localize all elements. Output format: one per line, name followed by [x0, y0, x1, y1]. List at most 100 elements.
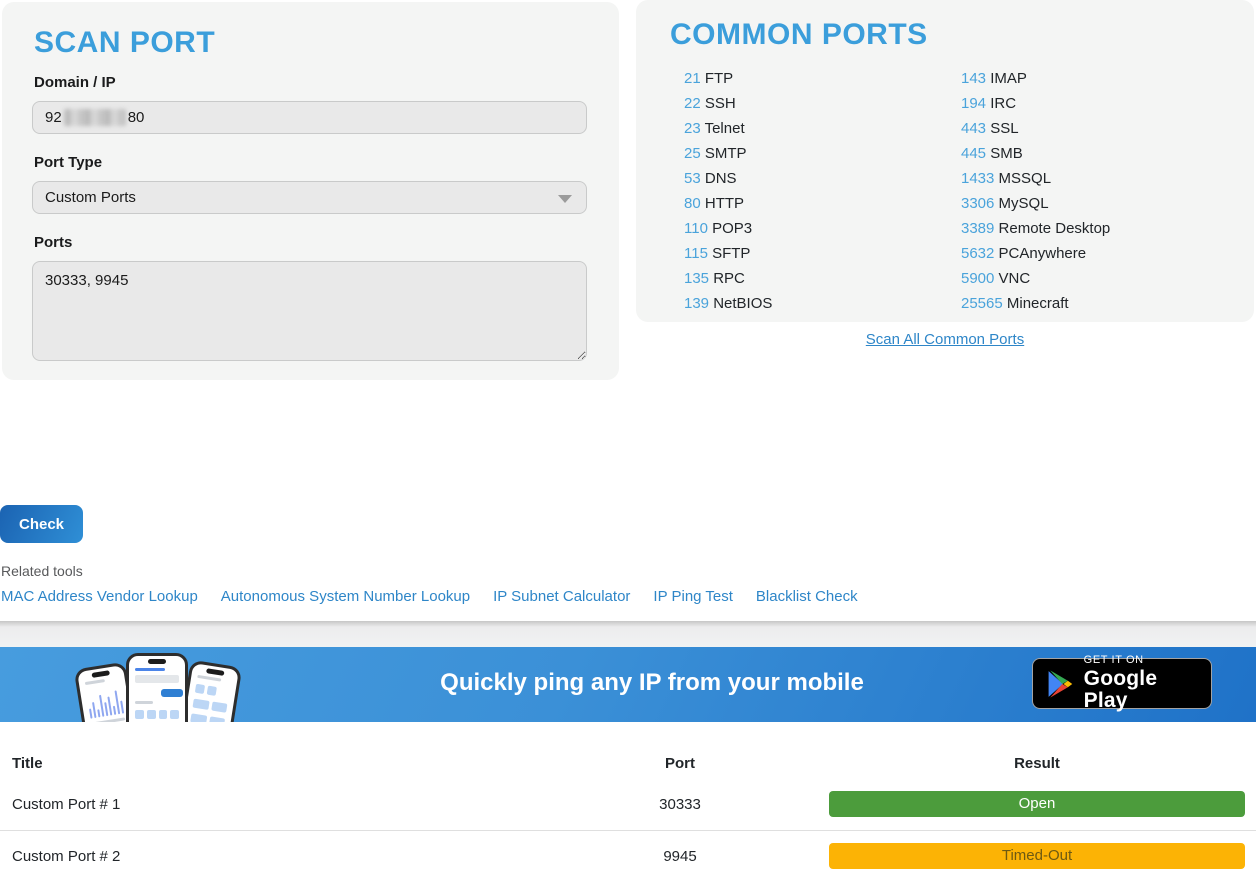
common-port-item[interactable]: 22 SSH	[684, 91, 945, 116]
common-ports-columns: 21 FTP22 SSH23 Telnet25 SMTP53 DNS80 HTT…	[668, 66, 1222, 316]
port-number: 25565	[961, 295, 1003, 312]
port-number: 5632	[961, 245, 994, 262]
domain-ip-input[interactable]: 92 80	[32, 101, 587, 134]
results-table: Title Port Result Custom Port # 1 30333 …	[0, 722, 1256, 875]
port-name: IMAP	[990, 70, 1027, 87]
port-name: SSL	[990, 120, 1018, 137]
common-port-item[interactable]: 21 FTP	[684, 66, 945, 91]
port-number: 115	[684, 245, 708, 262]
badge-line1: GET IT ON	[1084, 655, 1197, 667]
port-number: 1433	[961, 170, 994, 187]
page: SCAN PORT Domain / IP 92 80 Port Type Cu…	[0, 0, 1256, 875]
common-ports-panel: COMMON PORTS 21 FTP22 SSH23 Telnet25 SMT…	[636, 0, 1254, 322]
divider-strip	[0, 621, 1256, 647]
port-number: 3389	[961, 220, 994, 237]
promo-banner: Quickly ping any IP from your mobile GET…	[0, 647, 1256, 722]
blurred-ip-segment	[64, 109, 126, 126]
related-tool-link[interactable]: IP Subnet Calculator	[493, 588, 630, 605]
port-type-selected-value: Custom Ports	[45, 189, 136, 206]
header-title: Title	[0, 755, 600, 772]
results-body: Custom Port # 1 30333 Open Custom Port #…	[0, 778, 1256, 875]
port-number: 23	[684, 120, 701, 137]
google-play-badge[interactable]: GET IT ON Google Play	[1032, 658, 1212, 709]
port-name: SFTP	[712, 245, 750, 262]
port-number: 443	[961, 120, 986, 137]
header-port: Port	[600, 755, 760, 772]
status-badge: Open	[829, 791, 1245, 817]
common-port-item[interactable]: 445 SMB	[961, 141, 1222, 166]
check-button[interactable]: Check	[0, 505, 83, 543]
port-name: Telnet	[705, 120, 745, 137]
chevron-down-icon	[558, 195, 572, 203]
port-number: 194	[961, 95, 986, 112]
google-play-badge-text: GET IT ON Google Play	[1084, 655, 1197, 713]
port-name: Remote Desktop	[999, 220, 1111, 237]
related-tool-link[interactable]: Blacklist Check	[756, 588, 858, 605]
domain-value-suffix: 80	[128, 109, 145, 126]
common-port-item[interactable]: 194 IRC	[961, 91, 1222, 116]
domain-ip-label: Domain / IP	[34, 74, 587, 91]
port-number: 110	[684, 220, 708, 237]
common-port-item[interactable]: 53 DNS	[684, 166, 945, 191]
port-number: 22	[684, 95, 701, 112]
common-port-item[interactable]: 80 HTTP	[684, 191, 945, 216]
row-port: 30333	[600, 796, 760, 813]
common-port-item[interactable]: 143 IMAP	[961, 66, 1222, 91]
common-port-item[interactable]: 5632 PCAnywhere	[961, 241, 1222, 266]
google-play-icon	[1047, 669, 1073, 699]
phone-mockup-center	[126, 653, 188, 722]
related-tool-link[interactable]: IP Ping Test	[653, 588, 733, 605]
port-number: 3306	[961, 195, 994, 212]
port-number: 135	[684, 270, 709, 287]
common-port-item[interactable]: 135 RPC	[684, 266, 945, 291]
common-ports-right-column: 143 IMAP194 IRC443 SSL445 SMB1433 MSSQL3…	[945, 66, 1222, 316]
port-name: NetBIOS	[713, 295, 772, 312]
common-port-item[interactable]: 115 SFTP	[684, 241, 945, 266]
ports-label: Ports	[34, 234, 587, 251]
domain-value-prefix: 92	[45, 109, 62, 126]
port-name: SMB	[990, 145, 1023, 162]
port-name: SMTP	[705, 145, 747, 162]
port-type-label: Port Type	[34, 154, 587, 171]
common-port-item[interactable]: 1433 MSSQL	[961, 166, 1222, 191]
row-port: 9945	[600, 848, 760, 865]
status-badge: Timed-Out	[829, 843, 1245, 869]
scan-port-panel: SCAN PORT Domain / IP 92 80 Port Type Cu…	[2, 2, 619, 380]
common-port-item[interactable]: 25565 Minecraft	[961, 291, 1222, 316]
related-tool-link[interactable]: MAC Address Vendor Lookup	[1, 588, 198, 605]
ports-textarea[interactable]: 30333, 9945	[32, 261, 587, 361]
port-number: 5900	[961, 270, 994, 287]
port-name: IRC	[990, 95, 1016, 112]
badge-line2: Google Play	[1084, 668, 1197, 712]
row-title: Custom Port # 1	[0, 796, 600, 813]
common-port-item[interactable]: 443 SSL	[961, 116, 1222, 141]
port-name: FTP	[705, 70, 733, 87]
common-ports-title: COMMON PORTS	[670, 18, 1222, 52]
common-port-item[interactable]: 3389 Remote Desktop	[961, 216, 1222, 241]
port-name: RPC	[713, 270, 745, 287]
scan-all-common-ports-link[interactable]: Scan All Common Ports	[636, 331, 1254, 348]
port-name: PCAnywhere	[999, 245, 1087, 262]
port-name: MySQL	[999, 195, 1049, 212]
common-port-item[interactable]: 110 POP3	[684, 216, 945, 241]
results-header-row: Title Port Result	[0, 722, 1256, 778]
row-title: Custom Port # 2	[0, 848, 600, 865]
common-port-item[interactable]: 25 SMTP	[684, 141, 945, 166]
port-number: 143	[961, 70, 986, 87]
common-port-item[interactable]: 3306 MySQL	[961, 191, 1222, 216]
port-name: VNC	[999, 270, 1031, 287]
common-port-item[interactable]: 139 NetBIOS	[684, 291, 945, 316]
port-type-select[interactable]: Custom Ports	[32, 181, 587, 214]
port-number: 53	[684, 170, 701, 187]
related-tool-link[interactable]: Autonomous System Number Lookup	[221, 588, 470, 605]
common-port-item[interactable]: 5900 VNC	[961, 266, 1222, 291]
common-port-item[interactable]: 23 Telnet	[684, 116, 945, 141]
port-name: SSH	[705, 95, 736, 112]
port-name: DNS	[705, 170, 737, 187]
port-name: POP3	[712, 220, 752, 237]
port-number: 25	[684, 145, 701, 162]
scan-port-title: SCAN PORT	[34, 26, 587, 60]
port-number: 21	[684, 70, 701, 87]
port-name: Minecraft	[1007, 295, 1069, 312]
port-name: MSSQL	[999, 170, 1052, 187]
